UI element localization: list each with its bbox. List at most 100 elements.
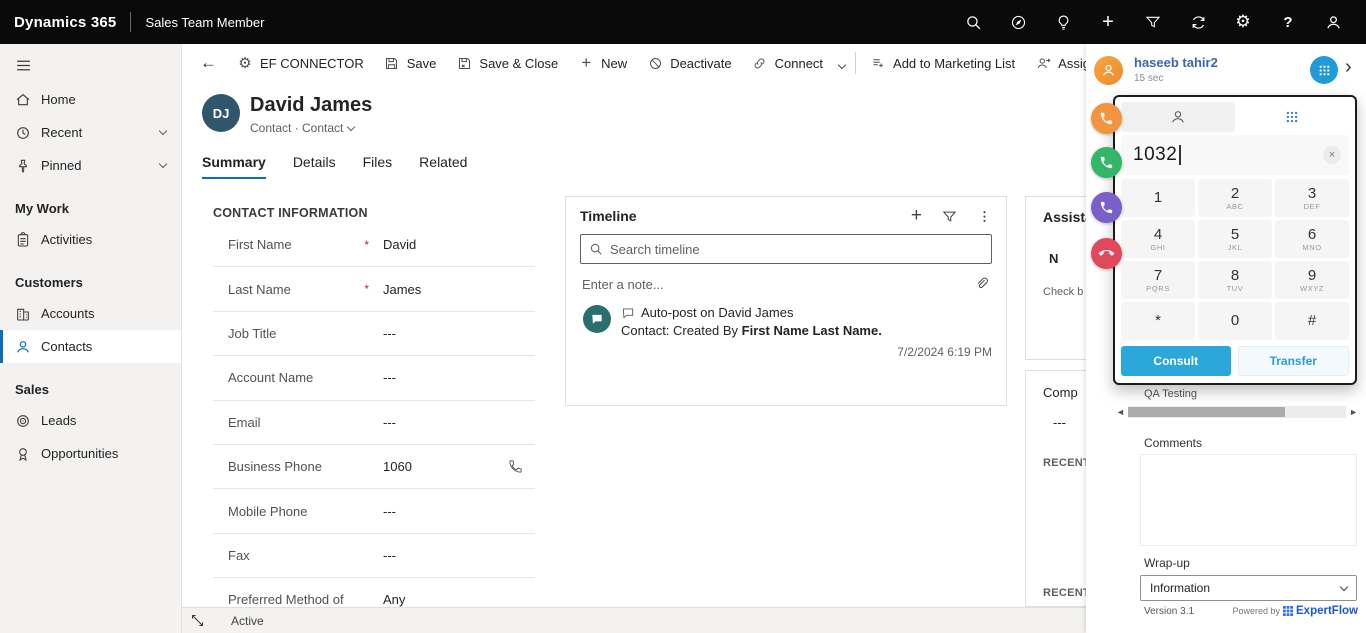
note-placeholder[interactable]: Enter a note... [582, 277, 664, 292]
sidebar-item-label: Contacts [41, 339, 92, 354]
softphone-footer: Version 3.1 Powered by ExpertFlow [1086, 605, 1366, 617]
save-button[interactable]: Save [374, 48, 447, 78]
leads-icon [15, 413, 31, 429]
account-person-icon[interactable] [1324, 13, 1342, 31]
sidebar-item-accounts[interactable]: Accounts [0, 297, 181, 330]
key-2[interactable]: 2ABC [1198, 179, 1272, 217]
hold-call-button[interactable] [1091, 103, 1122, 134]
key-1[interactable]: 1 [1121, 179, 1195, 217]
sidebar-item-activities[interactable]: Activities [0, 223, 181, 256]
transfer-button[interactable]: Transfer [1238, 346, 1350, 376]
add-to-marketing-list-button[interactable]: Add to Marketing List [860, 48, 1025, 78]
answer-call-button[interactable] [1091, 147, 1122, 178]
scroll-right-arrow[interactable]: ► [1349, 407, 1358, 417]
collapse-panel-chevron[interactable]: › [1345, 56, 1352, 78]
tab-related[interactable]: Related [419, 154, 467, 179]
field-value[interactable]: --- [383, 548, 396, 563]
lightbulb-icon[interactable] [1054, 13, 1072, 31]
scrollbar-thumb[interactable] [1128, 407, 1285, 417]
field-value[interactable]: --- [383, 504, 396, 519]
tab-details[interactable]: Details [293, 154, 336, 179]
dialer-tab-contacts[interactable] [1121, 102, 1235, 132]
key-8[interactable]: 8TUV [1198, 261, 1272, 299]
conference-call-button[interactable] [1091, 192, 1122, 223]
key-6[interactable]: 6MNO [1275, 220, 1349, 258]
deactivate-button[interactable]: Deactivate [637, 48, 741, 78]
sync-icon[interactable] [1189, 13, 1207, 31]
chevron-down-icon[interactable] [159, 160, 167, 168]
timeline-add-icon[interactable]: + [911, 208, 922, 224]
connect-overflow-chevron[interactable] [833, 56, 851, 71]
key-4[interactable]: 4GHI [1121, 220, 1195, 258]
comments-textarea[interactable] [1140, 454, 1357, 546]
app-brand[interactable]: Dynamics 365 [14, 14, 116, 31]
sidebar-item-label: Leads [41, 413, 76, 428]
phone-icon[interactable] [508, 459, 523, 474]
help-icon[interactable]: ? [1279, 13, 1297, 31]
back-button[interactable]: ← [190, 53, 227, 73]
settings-gear-icon[interactable]: ⚙ [1234, 13, 1252, 31]
sidebar-item-contacts[interactable]: Contacts [0, 330, 181, 363]
dialer-tab-keypad[interactable] [1235, 102, 1349, 132]
scroll-left-arrow[interactable]: ◄ [1116, 407, 1125, 417]
consult-button[interactable]: Consult [1121, 346, 1231, 376]
link-icon [752, 55, 768, 71]
tab-summary[interactable]: Summary [202, 154, 266, 179]
field-value[interactable]: --- [383, 326, 396, 341]
key-hash[interactable]: # [1275, 302, 1349, 340]
connect-label: Connect [775, 56, 823, 71]
sidebar-item-leads[interactable]: Leads [0, 404, 181, 437]
sidebar-item-home[interactable]: Home [0, 83, 181, 116]
version-text: Version 3.1 [1144, 606, 1194, 617]
timeline-search-input[interactable] [610, 242, 983, 257]
chevron-down-icon[interactable] [159, 127, 167, 135]
field-value[interactable]: Any [383, 592, 405, 607]
clear-input-button[interactable]: × [1323, 146, 1341, 164]
search-icon[interactable] [964, 13, 982, 31]
compass-icon[interactable] [1009, 13, 1027, 31]
timeline-search[interactable] [580, 234, 992, 264]
expand-icon[interactable] [190, 613, 205, 628]
ef-connector-button[interactable]: ⚙ EF CONNECTOR [227, 48, 374, 78]
field-value[interactable]: 1060 [383, 459, 412, 474]
sidebar-item-recent[interactable]: Recent [0, 116, 181, 149]
horizontal-scrollbar[interactable]: ◄ ► [1116, 405, 1358, 419]
save-icon [384, 55, 400, 71]
timeline-entry[interactable]: Auto-post on David James Contact: Create… [580, 305, 992, 359]
key-5[interactable]: 5JKL [1198, 220, 1272, 258]
field-value[interactable]: --- [383, 370, 396, 385]
tab-files[interactable]: Files [363, 154, 393, 179]
sidebar-item-pinned[interactable]: Pinned [0, 149, 181, 182]
key-3[interactable]: 3DEF [1275, 179, 1349, 217]
timeline-more-icon[interactable] [977, 209, 992, 224]
app-name[interactable]: Sales Team Member [145, 15, 264, 30]
key-7[interactable]: 7PQRS [1121, 261, 1195, 299]
dial-number-input[interactable]: 1032 × [1121, 135, 1349, 175]
save-and-close-button[interactable]: Save & Close [446, 48, 568, 78]
form-tabs: Summary Details Files Related [202, 154, 467, 179]
new-button[interactable]: + New [568, 48, 637, 78]
comments-label: Comments [1144, 436, 1202, 450]
timeline-filter-icon[interactable] [942, 209, 957, 224]
dialpad-keys: 1 2ABC 3DEF 4GHI 5JKL 6MNO 7PQRS 8TUV 9W… [1121, 179, 1349, 340]
search-icon [589, 242, 603, 256]
field-value[interactable]: David [383, 237, 416, 252]
contact-information-section: CONTACT INFORMATION First Name* David La… [200, 196, 548, 607]
sidebar-item-opportunities[interactable]: Opportunities [0, 437, 181, 470]
key-0[interactable]: 0 [1198, 302, 1272, 340]
field-value[interactable]: James [383, 282, 421, 297]
connect-button[interactable]: Connect [742, 48, 833, 78]
key-9[interactable]: 9WXYZ [1275, 261, 1349, 299]
plus-icon[interactable]: + [1099, 13, 1117, 31]
wrapup-queue-tab[interactable]: QA Testing [1144, 388, 1197, 400]
key-star[interactable]: * [1121, 302, 1195, 340]
scrollbar-track[interactable] [1128, 406, 1346, 418]
hamburger-menu-icon[interactable] [0, 44, 47, 83]
wrapup-select[interactable]: Information [1140, 575, 1357, 601]
end-call-button[interactable] [1091, 238, 1122, 269]
paperclip-icon[interactable] [974, 276, 990, 292]
record-subtitle[interactable]: Contact · Contact [250, 121, 354, 135]
dialpad-toggle-button[interactable] [1310, 56, 1338, 84]
filter-icon[interactable] [1144, 13, 1162, 31]
field-value[interactable]: --- [383, 415, 396, 430]
